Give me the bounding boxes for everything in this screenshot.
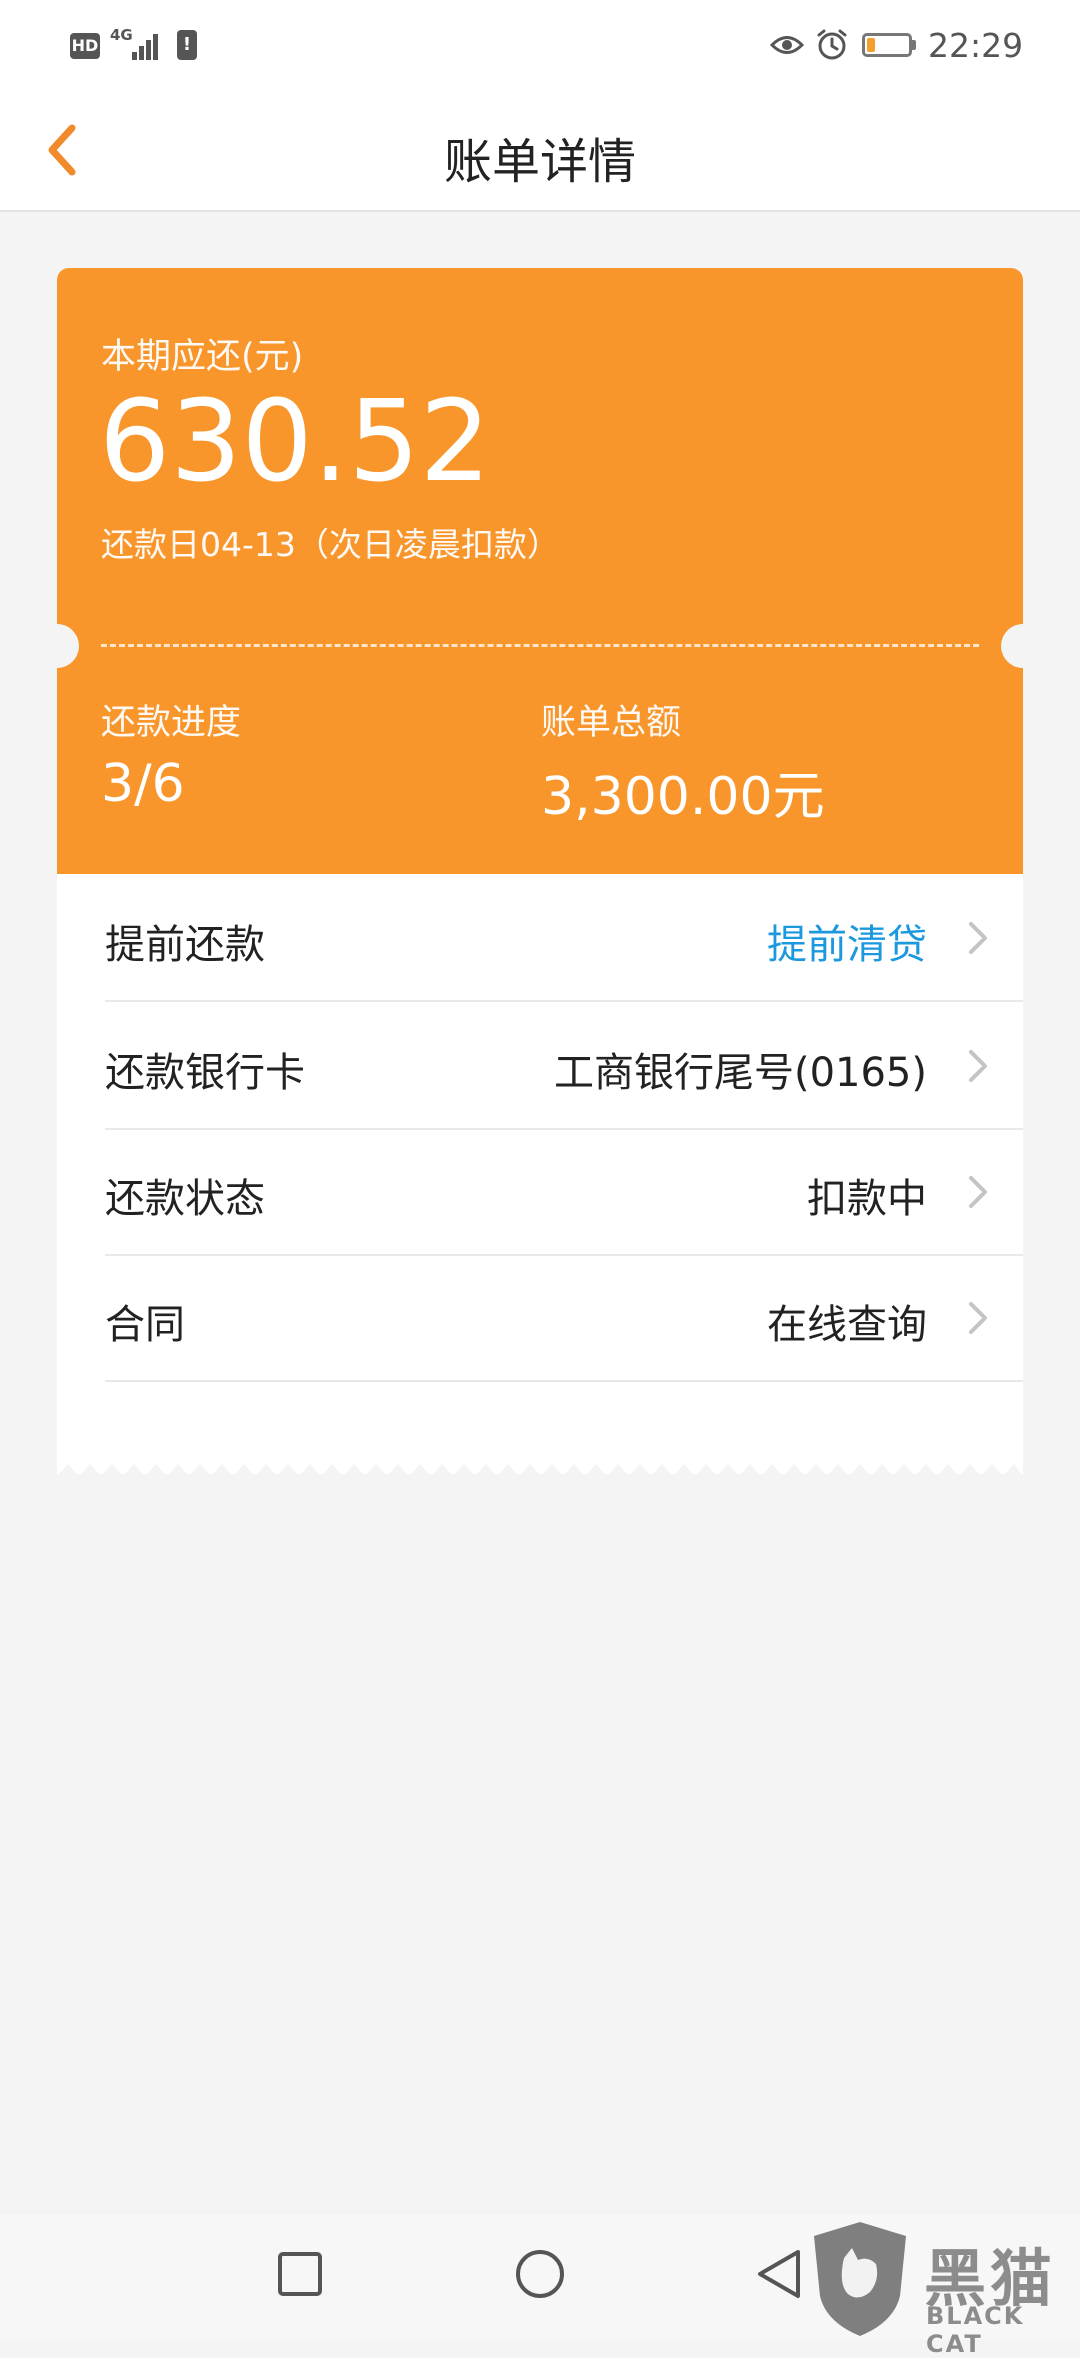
repayment-status-row[interactable]: 还款状态 扣款中 xyxy=(105,1128,1023,1256)
chevron-right-icon xyxy=(969,1050,987,1082)
due-amount-label: 本期应还(元) xyxy=(101,337,304,377)
row-label: 还款状态 xyxy=(105,1176,265,1222)
watermark: 黑猫 BLACK CAT xyxy=(808,2218,1080,2358)
bill-detail-list: 提前还款 提前清贷 还款银行卡 工商银行尾号(0165) 还款状态 扣款中 合同… xyxy=(57,874,1023,1476)
repayment-progress-value: 3/6 xyxy=(101,754,185,814)
cat-shield-icon xyxy=(814,2222,906,2336)
row-label: 提前还款 xyxy=(105,922,265,968)
nav-bar: 账单详情 xyxy=(0,90,1080,212)
chevron-right-icon xyxy=(969,922,987,954)
contract-value: 在线查询 xyxy=(767,1302,927,1348)
card-notch-right xyxy=(1001,624,1045,668)
chevron-right-icon xyxy=(969,1176,987,1208)
page-title: 账单详情 xyxy=(443,134,636,190)
signal-icon xyxy=(126,30,160,60)
battery-level xyxy=(867,38,875,52)
battery-icon xyxy=(862,33,912,57)
due-date: 还款日04-13（次日凌晨扣款） xyxy=(101,525,560,564)
eye-icon xyxy=(770,36,804,54)
bank-card-row[interactable]: 还款银行卡 工商银行尾号(0165) xyxy=(105,1002,1023,1130)
row-label: 合同 xyxy=(105,1302,185,1348)
hd-badge: HD xyxy=(70,33,100,59)
status-bar: HD 4G ! 22:29 xyxy=(0,0,1080,90)
prepay-row[interactable]: 提前还款 提前清贷 xyxy=(105,874,1023,1002)
clock: 22:29 xyxy=(928,26,1024,65)
home-button[interactable] xyxy=(500,2234,580,2314)
due-amount: 630.52 xyxy=(99,377,491,507)
chevron-right-icon xyxy=(969,1302,987,1334)
repayment-status-value: 扣款中 xyxy=(807,1176,927,1222)
card-divider xyxy=(101,644,979,647)
repayment-progress-label: 还款进度 xyxy=(101,703,242,743)
watermark-subtitle: BLACK CAT xyxy=(926,2302,1025,2358)
alarm-icon xyxy=(817,29,847,60)
row-label: 还款银行卡 xyxy=(105,1050,305,1096)
prepay-link[interactable]: 提前清贷 xyxy=(767,912,927,970)
card-notch-left xyxy=(35,624,79,668)
contract-row[interactable]: 合同 在线查询 xyxy=(105,1254,1023,1382)
bill-total-value: 3,300.00元 xyxy=(541,767,825,827)
bill-summary-card: 本期应还(元) 630.52 还款日04-13（次日凌晨扣款） 还款进度 3/6… xyxy=(35,268,1045,874)
recent-apps-button[interactable] xyxy=(260,2234,340,2314)
battery-tip xyxy=(912,40,916,50)
receipt-torn-edge xyxy=(57,1454,1023,1476)
bank-card-value: 工商银行尾号(0165) xyxy=(553,1050,927,1096)
sim-alert-icon: ! xyxy=(177,30,197,60)
bill-total-label: 账单总额 xyxy=(541,703,682,743)
